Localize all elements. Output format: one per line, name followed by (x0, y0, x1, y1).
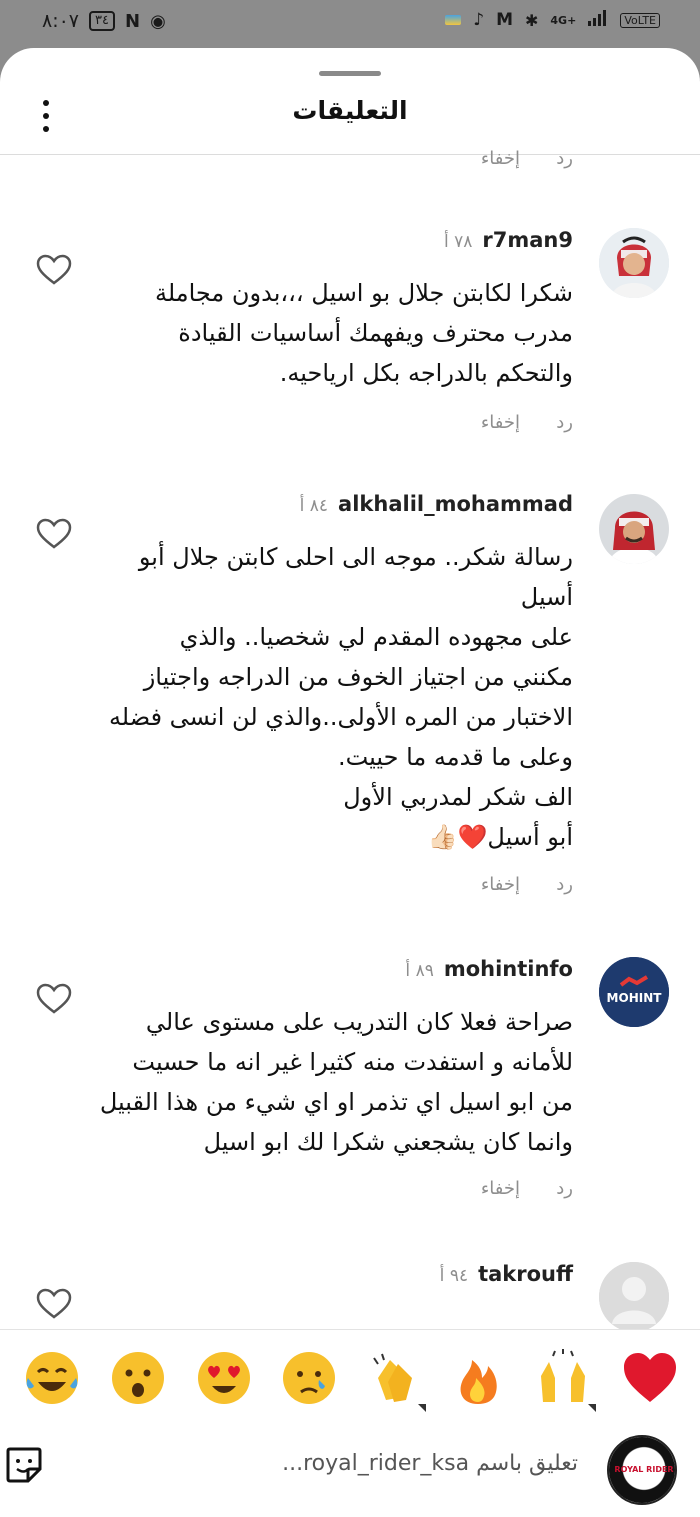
nfc-icon: N (125, 10, 141, 32)
comment-time: ٨٤ أ (299, 496, 329, 516)
reply-button[interactable]: رد (556, 874, 573, 895)
page-title: التعليقات (292, 96, 408, 125)
heart-icon[interactable] (36, 518, 72, 550)
sheet-header: التعليقات (0, 88, 700, 138)
bluetooth-icon: ✱ (525, 10, 539, 30)
status-bar: ٨:٠٧ ٣٤ N ◉ ♪ M ✱ 4G+ VoLTE (0, 0, 700, 48)
heart-icon[interactable] (36, 1288, 72, 1320)
comment-time: ٨٩ أ (405, 961, 434, 981)
comment-composer: تعليق باسم royal_rider_ksa... ROYAL RIDE… (0, 1427, 700, 1517)
emoji-corner-marker (588, 1404, 596, 1412)
crying-face-icon[interactable] (279, 1348, 339, 1408)
fire-icon[interactable] (448, 1348, 508, 1408)
heart-emoji-icon[interactable] (620, 1348, 680, 1408)
reply-button[interactable]: رد (556, 1178, 573, 1199)
emoji-corner-marker (418, 1404, 426, 1412)
comment-username[interactable]: alkhalil_mohammad (338, 492, 573, 516)
comment-time: ٧٨ أ (444, 232, 473, 252)
comment-actions: رد إخفاء (0, 874, 700, 904)
signal-icon (588, 10, 608, 30)
comment-actions: رد إخفاء (0, 1178, 700, 1208)
clapping-hands-icon[interactable] (364, 1348, 424, 1408)
comment-actions: رد إخفاء (0, 412, 700, 442)
hide-button[interactable]: إخفاء (481, 412, 520, 433)
tiktok-icon: ♪ (473, 10, 485, 30)
raising-hands-icon[interactable] (533, 1348, 593, 1408)
avatar[interactable]: MOHINT (599, 957, 669, 1027)
sticker-icon[interactable] (4, 1445, 44, 1485)
comment-username[interactable]: takrouff (478, 1262, 573, 1286)
comment-actions: رد إخفاء (0, 148, 700, 178)
heart-icon[interactable] (36, 983, 72, 1015)
hide-button[interactable]: إخفاء (481, 1178, 520, 1199)
comment-username[interactable]: r7man9 (482, 228, 573, 252)
laughing-tears-icon[interactable] (22, 1348, 82, 1408)
avatar-label: ROYAL RIDER (614, 1465, 674, 1474)
avatar[interactable] (599, 494, 669, 564)
gmail-icon: M (496, 10, 513, 30)
reply-button[interactable]: رد (556, 412, 573, 433)
comment-input[interactable]: تعليق باسم royal_rider_ksa... (282, 1451, 578, 1476)
hide-button[interactable]: إخفاء (481, 148, 520, 169)
heart-eyes-icon[interactable] (194, 1348, 254, 1408)
volte-badge: VoLTE (620, 12, 660, 28)
surprised-face-icon[interactable] (108, 1348, 168, 1408)
comment-text: صراحة فعلا كان التدريب على مستوى عالي لل… (99, 1008, 573, 1156)
drag-handle[interactable] (319, 71, 381, 76)
status-time: ٨:٠٧ (42, 10, 80, 32)
comment-text: رسالة شكر.. موجه الى احلى كابتن جلال أبو… (108, 543, 573, 851)
user-avatar[interactable]: ROYAL RIDER (607, 1435, 677, 1505)
app-icon (445, 15, 462, 25)
eye-icon: ◉ (150, 10, 166, 32)
avatar-label: MOHINT (606, 991, 662, 1005)
network-label: 4G+ (550, 13, 577, 27)
hide-button[interactable]: إخفاء (481, 874, 520, 895)
avatar[interactable] (599, 228, 669, 298)
reply-button[interactable]: رد (556, 148, 573, 169)
battery-icon: ٣٤ (89, 11, 115, 31)
avatar[interactable] (599, 1262, 669, 1332)
heart-icon[interactable] (36, 254, 72, 286)
emoji-reaction-bar (0, 1329, 700, 1427)
comments-sheet: التعليقات رد إخفاء ٧٨ أ r7man9 شكرا لكاب… (0, 48, 700, 1517)
comment-time: ٩٤ أ (439, 1266, 469, 1286)
comment-text: شكرا لكابتن جلال بو اسيل ،،،بدون مجاملة … (154, 279, 573, 387)
comment-username[interactable]: mohintinfo (444, 957, 573, 981)
